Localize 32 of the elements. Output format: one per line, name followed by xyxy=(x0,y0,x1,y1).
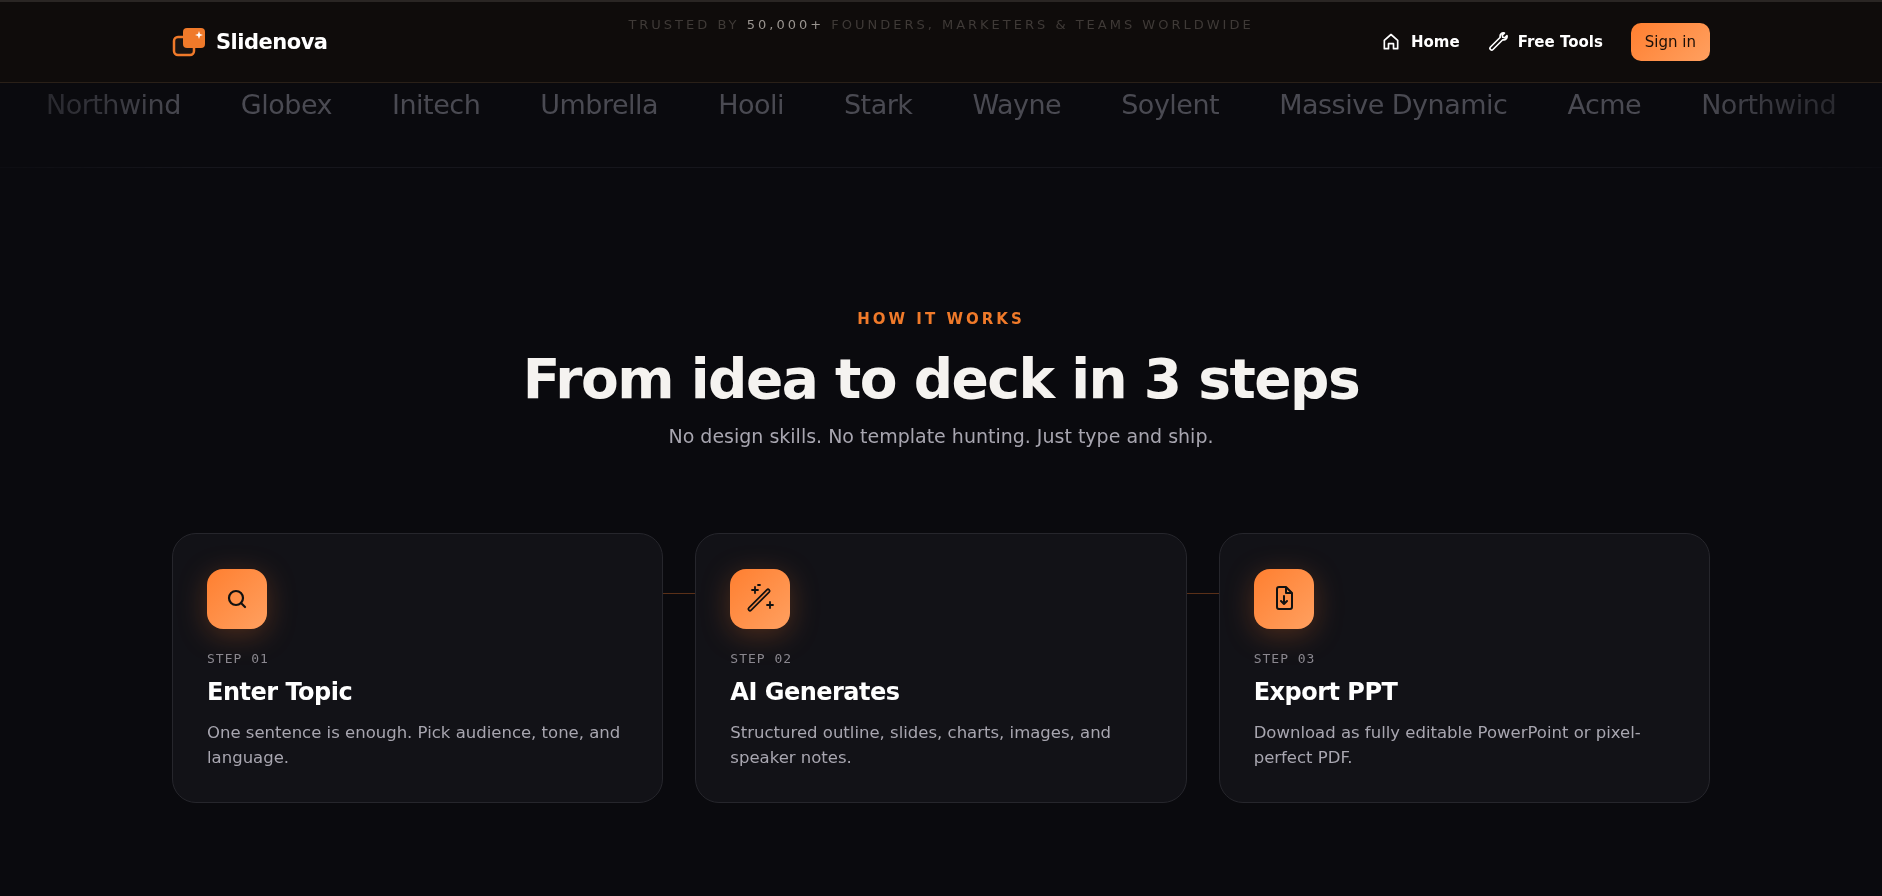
company-logo: Northwind xyxy=(45,88,181,122)
step-number: STEP 03 xyxy=(1253,651,1317,666)
step-number: STEP 02 xyxy=(730,651,794,666)
file-download-icon xyxy=(1253,569,1314,629)
section-title: From idea to deck in 3 steps xyxy=(521,346,1361,413)
company-logo: Hooli xyxy=(718,88,784,122)
step-number: STEP 01 xyxy=(207,651,270,666)
step-description: Structured outline, slides, charts, images, and speaker notes. xyxy=(730,722,1113,769)
step-title: Export PPT xyxy=(1253,678,1399,706)
step-description: Download as fully editable PowerPoint or pixel-perfect PDF. xyxy=(1253,722,1642,769)
wrench-icon xyxy=(1487,32,1508,52)
company-logo: Northwind xyxy=(1701,88,1837,122)
logo-icon xyxy=(172,26,208,58)
search-icon xyxy=(207,569,267,629)
magic-wand-icon xyxy=(730,569,791,629)
company-logo: Globex xyxy=(240,88,333,122)
step-title: Enter Topic xyxy=(207,678,354,706)
company-logo: Wayne xyxy=(972,88,1062,122)
nav-link[interactable]: Home xyxy=(1380,32,1460,52)
company-logo: Umbrella xyxy=(540,88,659,122)
company-logo: Massive Dynamic xyxy=(1279,88,1508,122)
step-title: AI Generates xyxy=(730,678,901,706)
company-logo: Stark xyxy=(844,88,913,122)
brand-link[interactable]: Slidenova xyxy=(172,26,328,58)
section-eyebrow: HOW IT WORKS xyxy=(856,310,1026,328)
company-logo: Soylent xyxy=(1121,88,1220,122)
nav-link[interactable]: Free Tools xyxy=(1487,32,1603,52)
company-logo: Initech xyxy=(392,88,481,122)
section-subtitle: No design skills. No template hunting. Just type and ship. xyxy=(667,424,1215,449)
step-description: One sentence is enough. Pick audience, tone, and language. xyxy=(207,722,622,769)
sign-in-button[interactable]: Sign in xyxy=(1630,23,1710,61)
company-logo: Acme xyxy=(1567,88,1642,122)
